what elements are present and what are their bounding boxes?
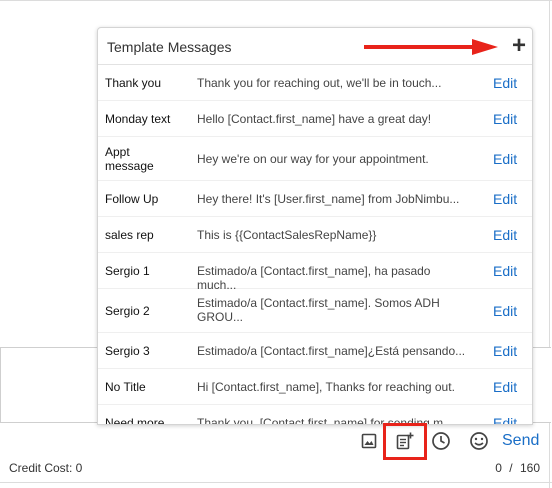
- edit-template-button[interactable]: Edit: [493, 343, 517, 359]
- template-messages-popover: Template Messages + Thank you Thank you …: [97, 27, 533, 425]
- edit-template-button[interactable]: Edit: [493, 379, 517, 395]
- template-list: Thank you Thank you for reaching out, we…: [98, 65, 532, 424]
- template-name: Appt message: [105, 145, 154, 173]
- send-button[interactable]: Send: [502, 432, 539, 450]
- template-row[interactable]: Appt message Hey we're on our way for yo…: [98, 137, 532, 181]
- template-row[interactable]: Sergio 2 Estimado/a [Contact.first_name]…: [98, 289, 532, 333]
- add-template-button[interactable]: +: [508, 33, 530, 59]
- template-row[interactable]: sales rep This is {{ContactSalesRepName}…: [98, 217, 532, 253]
- edit-template-button[interactable]: Edit: [493, 263, 517, 279]
- template-row[interactable]: Sergio 1 Estimado/a [Contact.first_name]…: [98, 253, 532, 292]
- template-preview: Hey we're on our way for your appointmen…: [197, 152, 429, 166]
- template-preview: This is {{ContactSalesRepName}}: [197, 228, 377, 242]
- footer-divider: [0, 482, 552, 483]
- template-row[interactable]: Monday text Hello [Contact.first_name] h…: [98, 101, 532, 137]
- template-preview: Estimado/a [Contact.first_name]¿Está pen…: [197, 344, 466, 358]
- template-name: Sergio 1: [105, 264, 150, 278]
- template-name: Thank you: [105, 76, 162, 90]
- template-name: Monday text: [105, 112, 171, 126]
- template-row[interactable]: Follow Up Hey there! It's [User.first_na…: [98, 181, 532, 217]
- edit-template-button[interactable]: Edit: [493, 151, 517, 167]
- credit-cost-label: Credit Cost: 0: [9, 461, 83, 475]
- template-row[interactable]: Thank you Thank you for reaching out, we…: [98, 65, 532, 101]
- edit-template-button[interactable]: Edit: [493, 303, 517, 319]
- template-row[interactable]: Need more Thank you, [Contact.first_name…: [98, 405, 532, 424]
- frame-top-border: [0, 0, 552, 1]
- edit-template-button[interactable]: Edit: [493, 75, 517, 91]
- template-preview: Hi [Contact.first_name], Thanks for reac…: [197, 380, 455, 394]
- template-preview: Hello [Contact.first_name] have a great …: [197, 112, 432, 126]
- edit-template-button[interactable]: Edit: [493, 111, 517, 127]
- image-icon[interactable]: [358, 430, 380, 452]
- compose-toolbar: [0, 424, 552, 458]
- edit-template-button[interactable]: Edit: [493, 191, 517, 207]
- popover-title: Template Messages: [107, 39, 232, 55]
- emoji-icon[interactable]: [468, 430, 490, 452]
- clock-icon[interactable]: [430, 430, 452, 452]
- red-arrow-annotation: [364, 39, 498, 55]
- template-name: Follow Up: [105, 192, 159, 206]
- popover-header: Template Messages +: [98, 28, 532, 65]
- template-name: No Title: [105, 380, 146, 394]
- template-preview: Estimado/a [Contact.first_name], ha pasa…: [197, 264, 431, 292]
- template-name: sales rep: [105, 228, 154, 242]
- template-row[interactable]: Sergio 3 Estimado/a [Contact.first_name]…: [98, 333, 532, 369]
- template-preview: Thank you for reaching out, we'll be in …: [197, 76, 442, 90]
- template-name: Sergio 2: [105, 304, 150, 318]
- character-count: 0 / 160: [495, 461, 540, 475]
- template-row[interactable]: No Title Hi [Contact.first_name], Thanks…: [98, 369, 532, 405]
- template-preview: Hey there! It's [User.first_name] from J…: [197, 192, 460, 206]
- template-preview: Estimado/a [Contact.first_name]. Somos A…: [197, 296, 440, 324]
- template-icon[interactable]: [394, 430, 416, 452]
- template-name: Sergio 3: [105, 344, 150, 358]
- edit-template-button[interactable]: Edit: [493, 227, 517, 243]
